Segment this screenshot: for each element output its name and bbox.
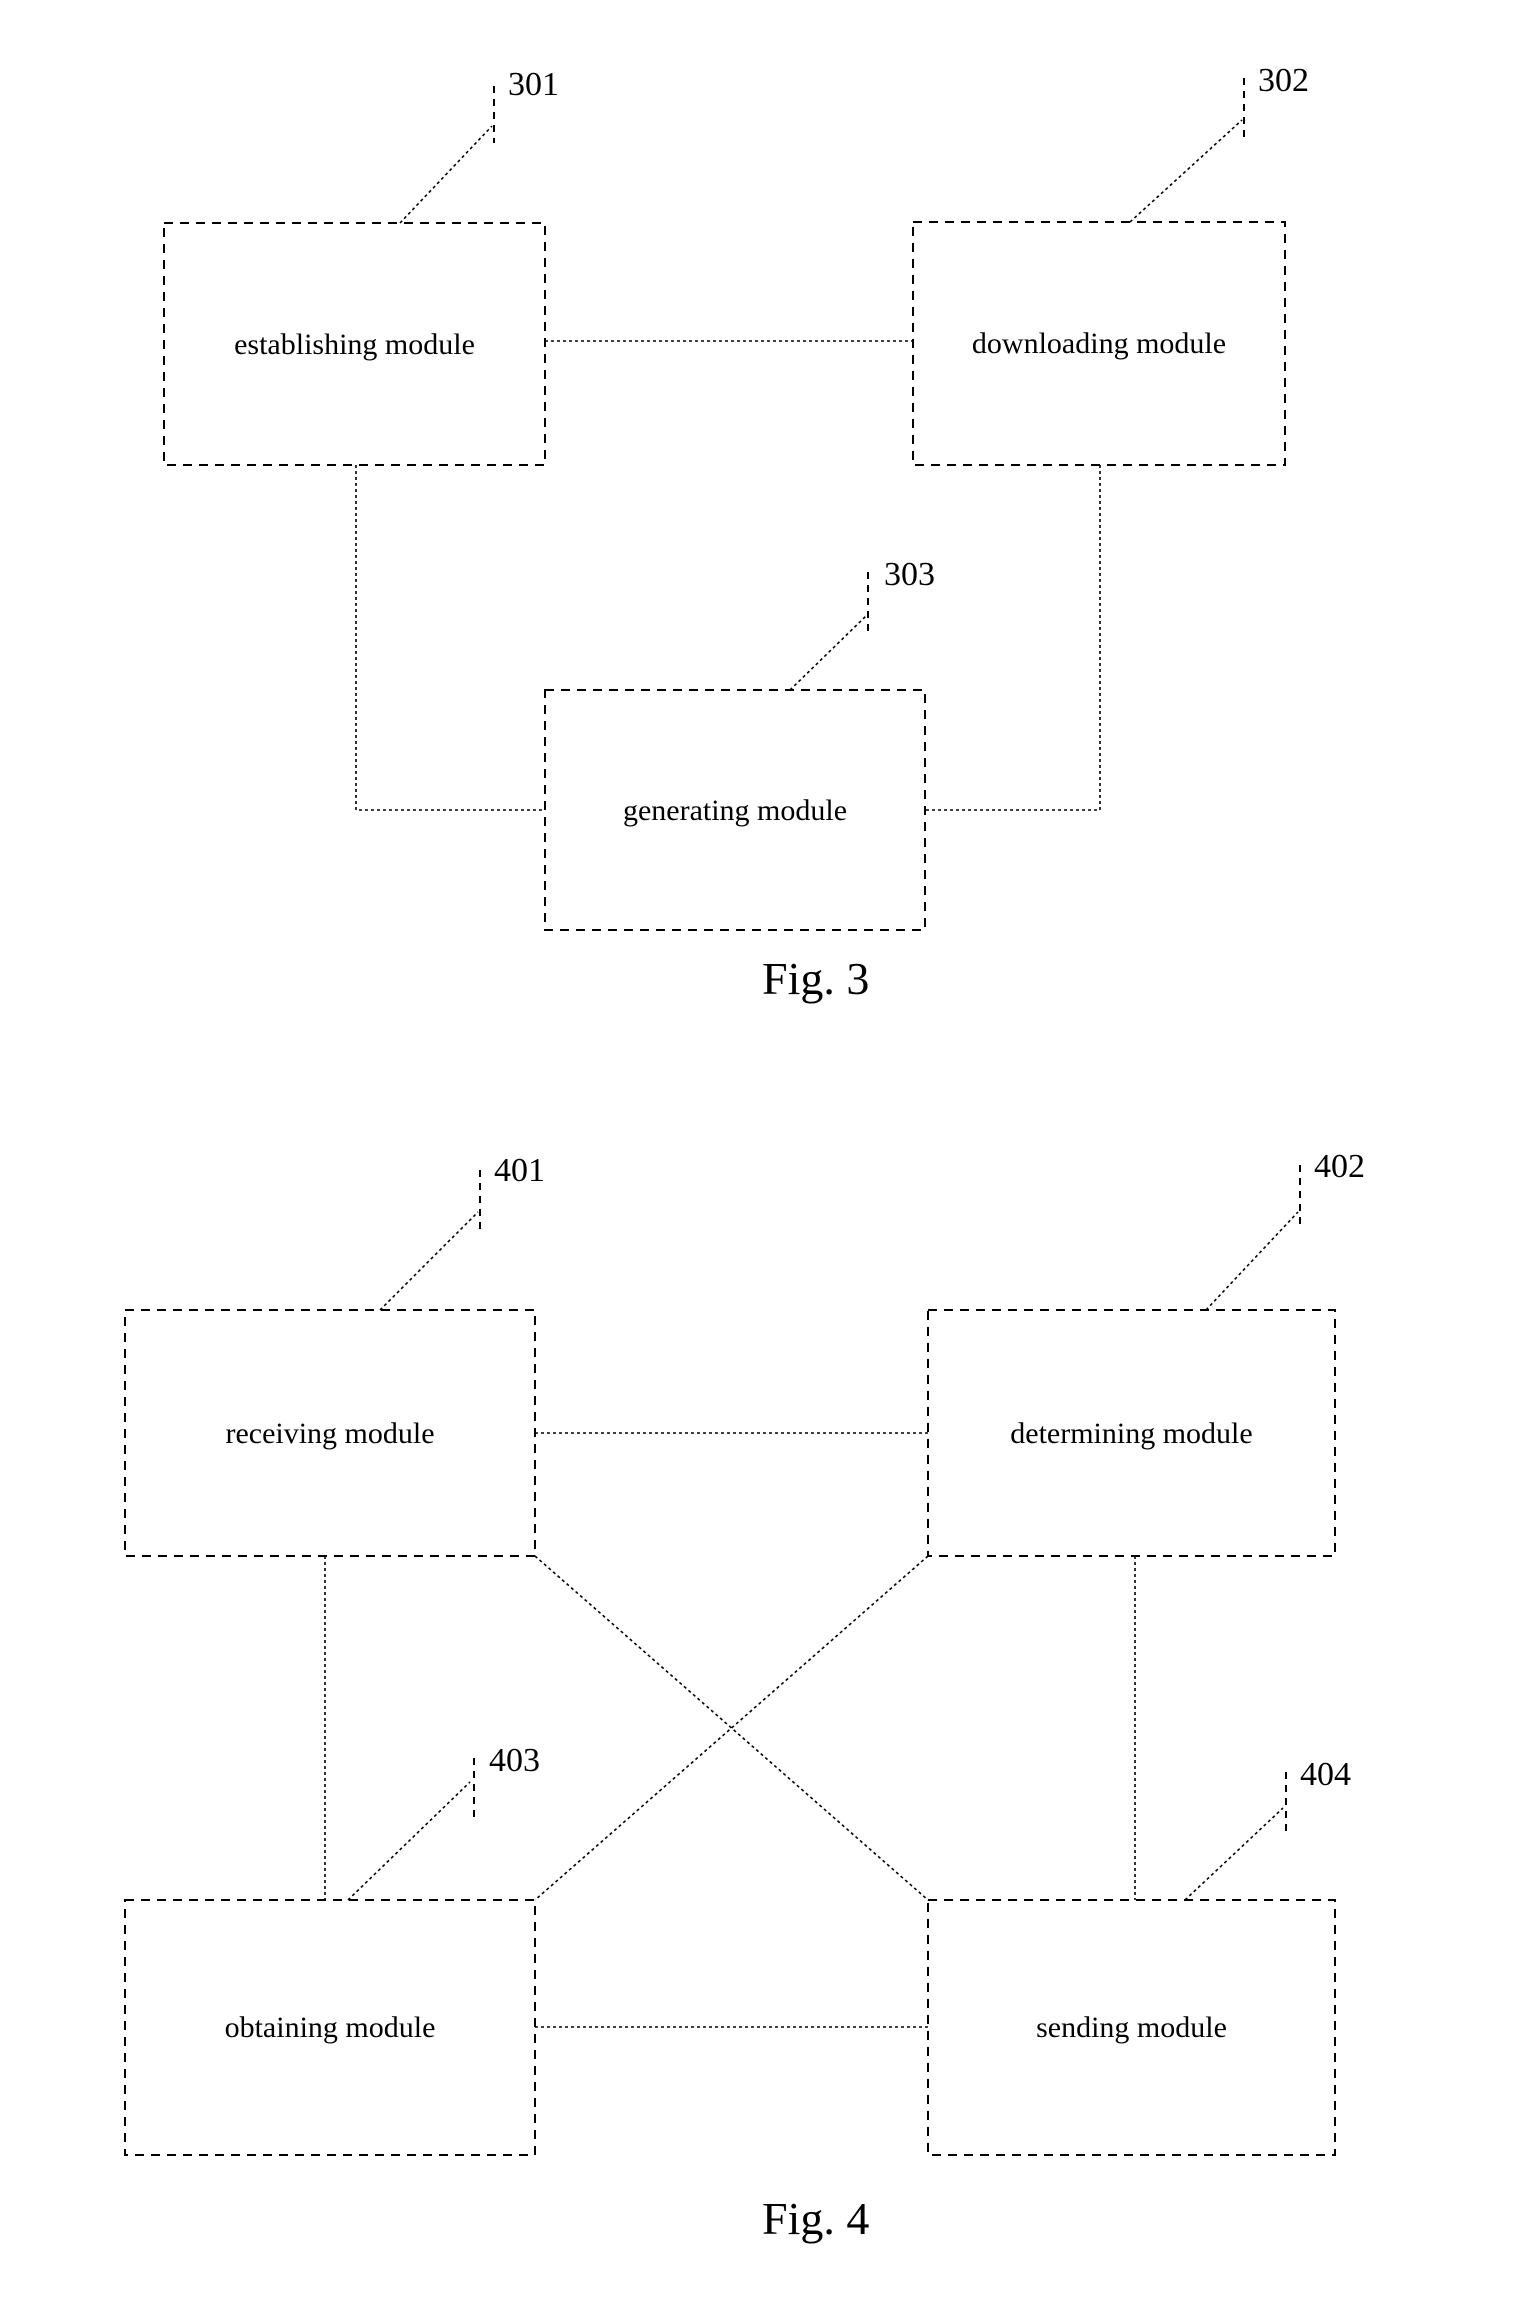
drawing-sheet: establishing module downloading module g… — [0, 0, 1517, 2303]
fig3-ref-303: 303 — [884, 556, 935, 593]
fig3-generating-module-label: generating module — [616, 793, 854, 827]
fig3-ref-301: 301 — [508, 66, 559, 103]
fig4-leader-402 — [1205, 1211, 1299, 1311]
fig4-receiving-module-label: receiving module — [219, 1416, 441, 1450]
fig4-leader-401 — [379, 1211, 479, 1311]
fig3-establishing-module: establishing module — [164, 223, 545, 465]
fig3-connector-downloading-generating — [925, 465, 1101, 811]
fig3-generating-module: generating module — [545, 690, 925, 930]
fig3-downloading-module: downloading module — [913, 222, 1285, 465]
fig3-caption: Fig. 3 — [762, 953, 870, 1004]
fig4-obtaining-module-label: obtaining module — [218, 2011, 442, 2044]
fig4-ref-402: 402 — [1314, 1148, 1365, 1185]
fig3-leader-302 — [1129, 119, 1243, 223]
fig4-ref-404: 404 — [1300, 1756, 1351, 1793]
fig4-receiving-module: receiving module — [125, 1310, 535, 1556]
fig4-sending-module: sending module — [928, 1900, 1335, 2155]
fig4-determining-module: determining module — [928, 1310, 1335, 1556]
fig3-downloading-module-label: downloading module — [965, 327, 1233, 360]
fig4-sending-module-label: sending module — [1030, 2011, 1233, 2044]
fig4-ref-403: 403 — [489, 1742, 540, 1779]
fig3-connector-establishing-generating — [355, 465, 545, 811]
fig4-ref-401: 401 — [494, 1152, 545, 1189]
fig3-leader-303 — [789, 615, 867, 691]
fig4-determining-module-label: determining module — [1004, 1416, 1259, 1450]
fig3-ref-302: 302 — [1258, 62, 1309, 99]
fig3-leader-301 — [399, 125, 493, 224]
fig3-establishing-module-label: establishing module — [228, 327, 481, 361]
fig4-caption: Fig. 4 — [762, 2193, 870, 2244]
fig4-leader-404 — [1184, 1807, 1284, 1901]
fig4-obtaining-module: obtaining module — [125, 1900, 535, 2155]
fig4-leader-403 — [347, 1781, 471, 1901]
